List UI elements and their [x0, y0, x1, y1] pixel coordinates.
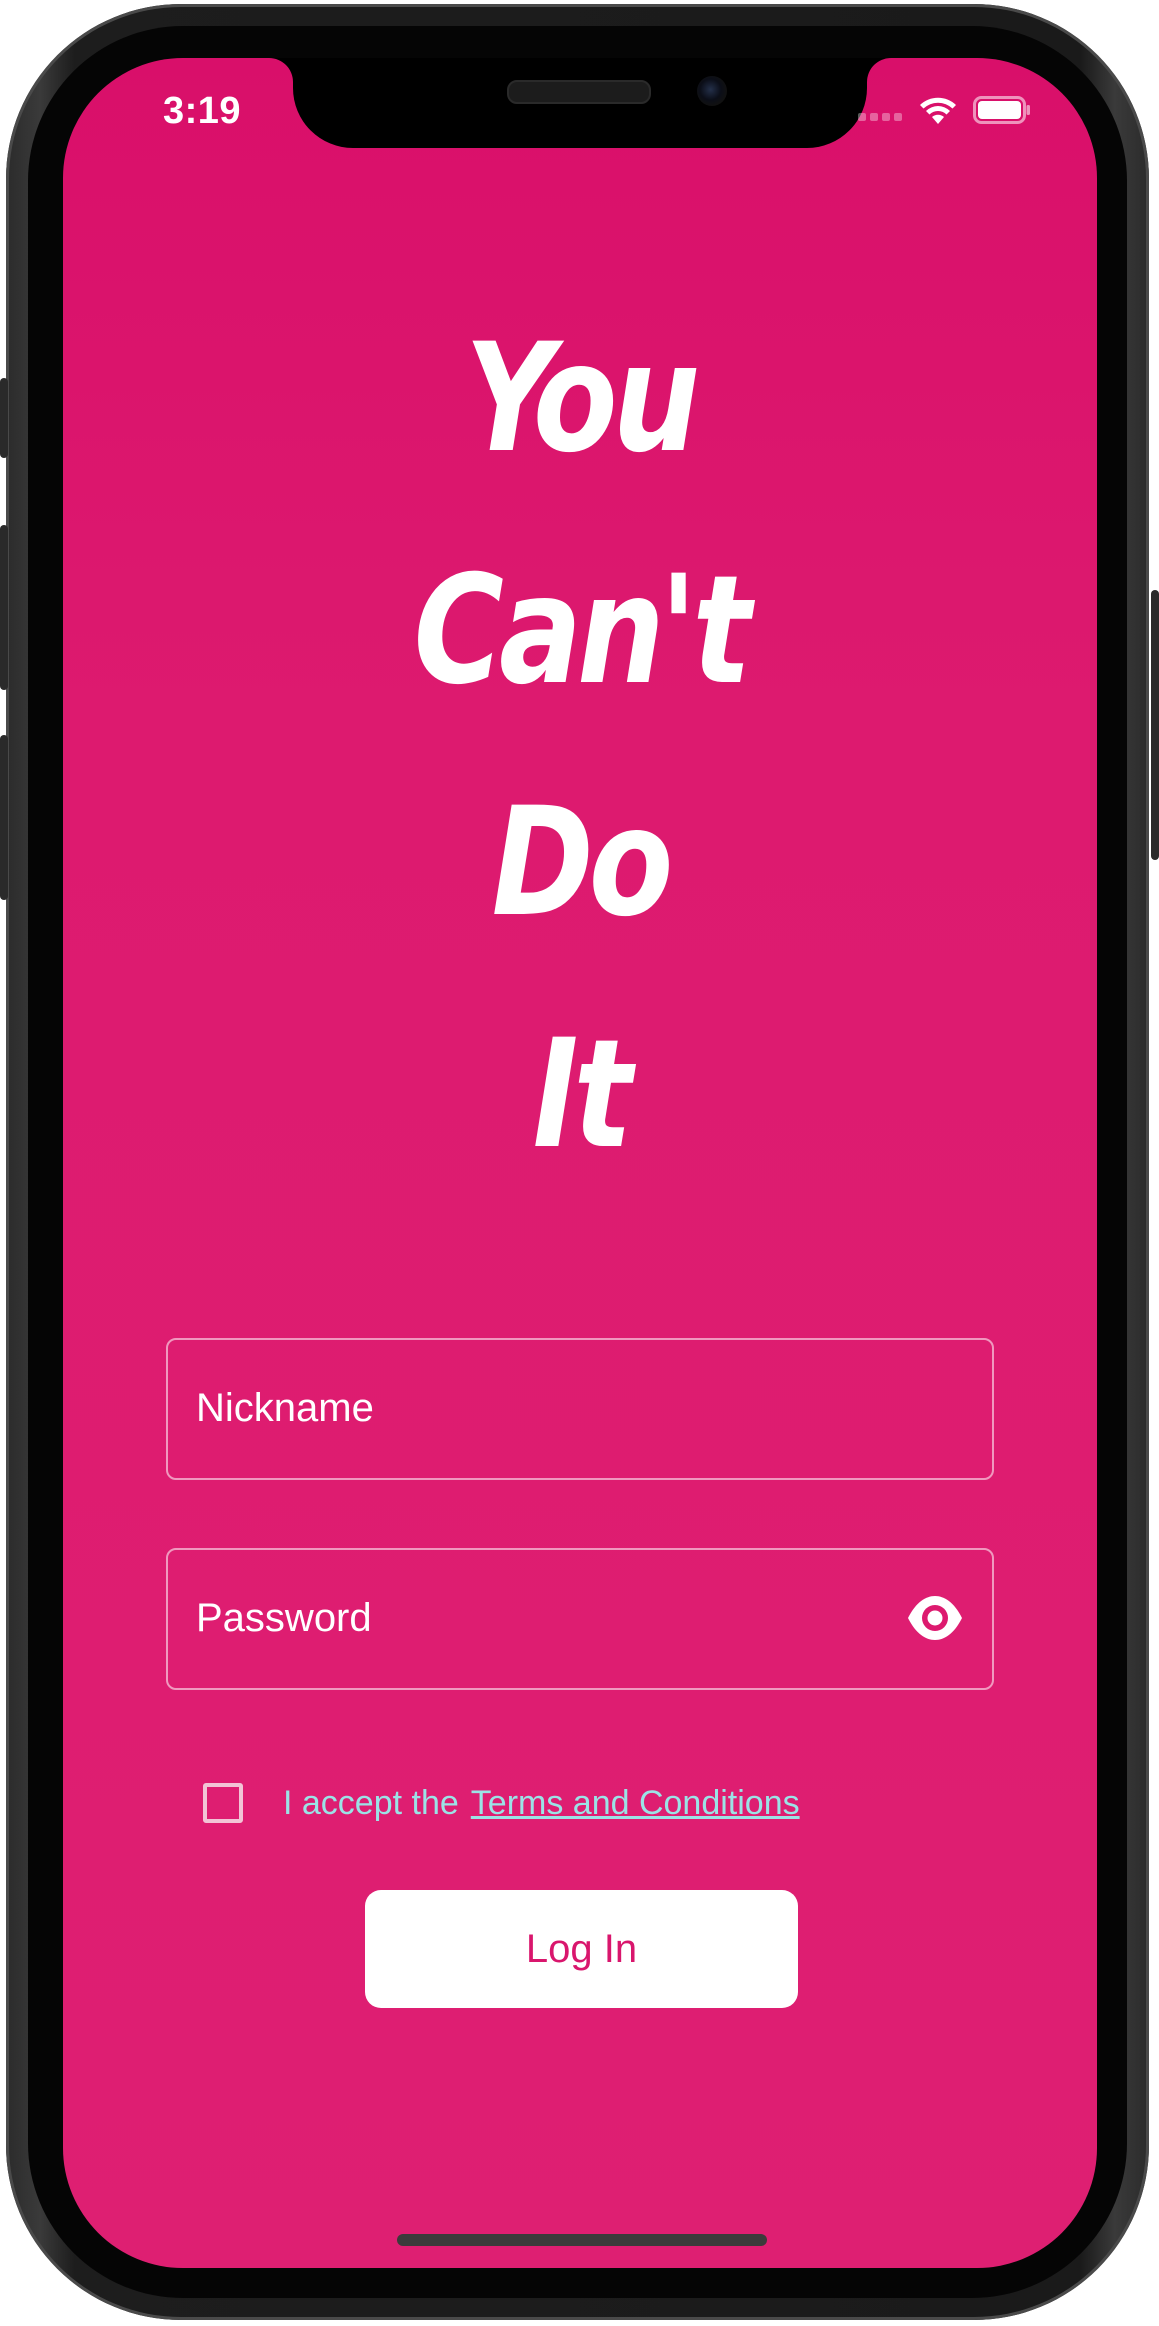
front-camera: [697, 76, 727, 106]
cellular-signal-icon: [858, 113, 902, 121]
notch: [293, 58, 867, 148]
title-line-3: Do: [491, 776, 674, 950]
wifi-icon: [920, 97, 956, 124]
terms-row: I accept the Terms and Conditions: [203, 1783, 800, 1823]
terms-link[interactable]: Terms and Conditions: [471, 1784, 800, 1823]
mute-switch: [0, 378, 8, 458]
power-button: [1151, 590, 1159, 860]
terms-prefix: I accept the: [283, 1783, 459, 1822]
volume-down-button: [0, 735, 8, 900]
nickname-placeholder: Nickname: [196, 1386, 374, 1430]
home-indicator[interactable]: [397, 2234, 767, 2246]
status-time: 3:19: [163, 90, 242, 132]
battery-icon: [973, 96, 1030, 124]
app-screen: 3:19 You Can't Do It Nickname Password I…: [63, 58, 1097, 2268]
volume-up-button: [0, 525, 8, 690]
title-line-4: It: [532, 1008, 633, 1182]
password-input[interactable]: Password: [166, 1548, 994, 1690]
speaker-grille: [507, 80, 651, 104]
password-placeholder: Password: [196, 1596, 372, 1640]
eye-icon[interactable]: [906, 1592, 964, 1644]
terms-checkbox[interactable]: [203, 1783, 243, 1823]
title-line-1: You: [464, 312, 700, 486]
login-button[interactable]: Log In: [365, 1890, 798, 2008]
app-title: You Can't Do It: [63, 283, 1097, 1211]
nickname-input[interactable]: Nickname: [166, 1338, 994, 1480]
title-line-2: Can't: [413, 544, 752, 718]
